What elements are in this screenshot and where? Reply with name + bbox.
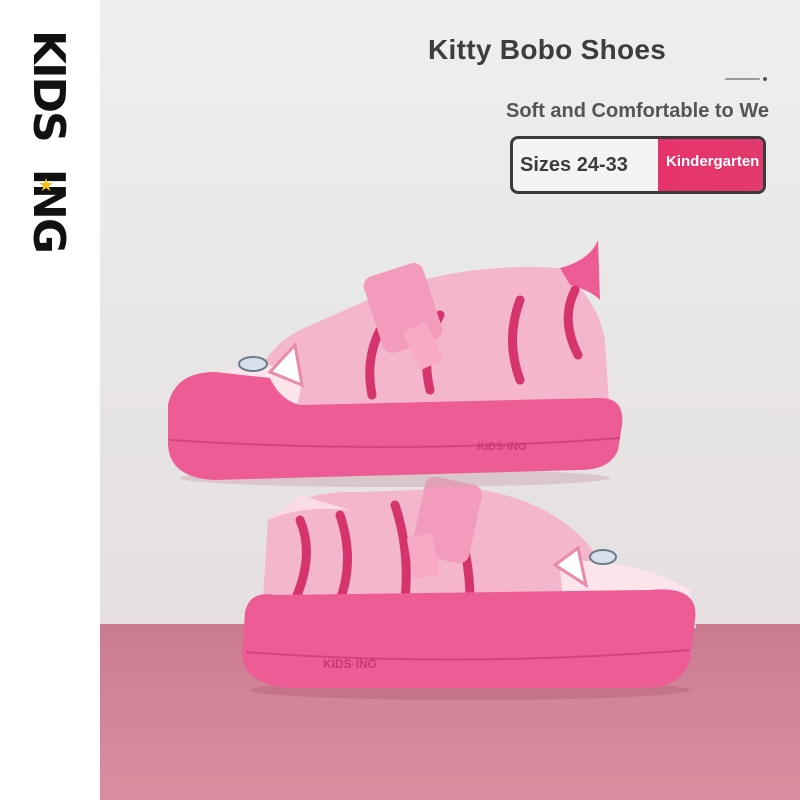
product-banner: KIDSING ★ Kitty Bobo Shoes Soft and Comf…: [0, 0, 800, 800]
top-sole-imprint: KIDS·ING: [477, 441, 527, 453]
top-shoe: KIDS·ING: [168, 240, 623, 487]
bottom-shoe: KIDS·ING: [242, 476, 696, 700]
product-photo: KIDS·ING KIDS·ING: [168, 240, 696, 700]
bottom-sole-imprint: KIDS·ING: [323, 657, 377, 671]
